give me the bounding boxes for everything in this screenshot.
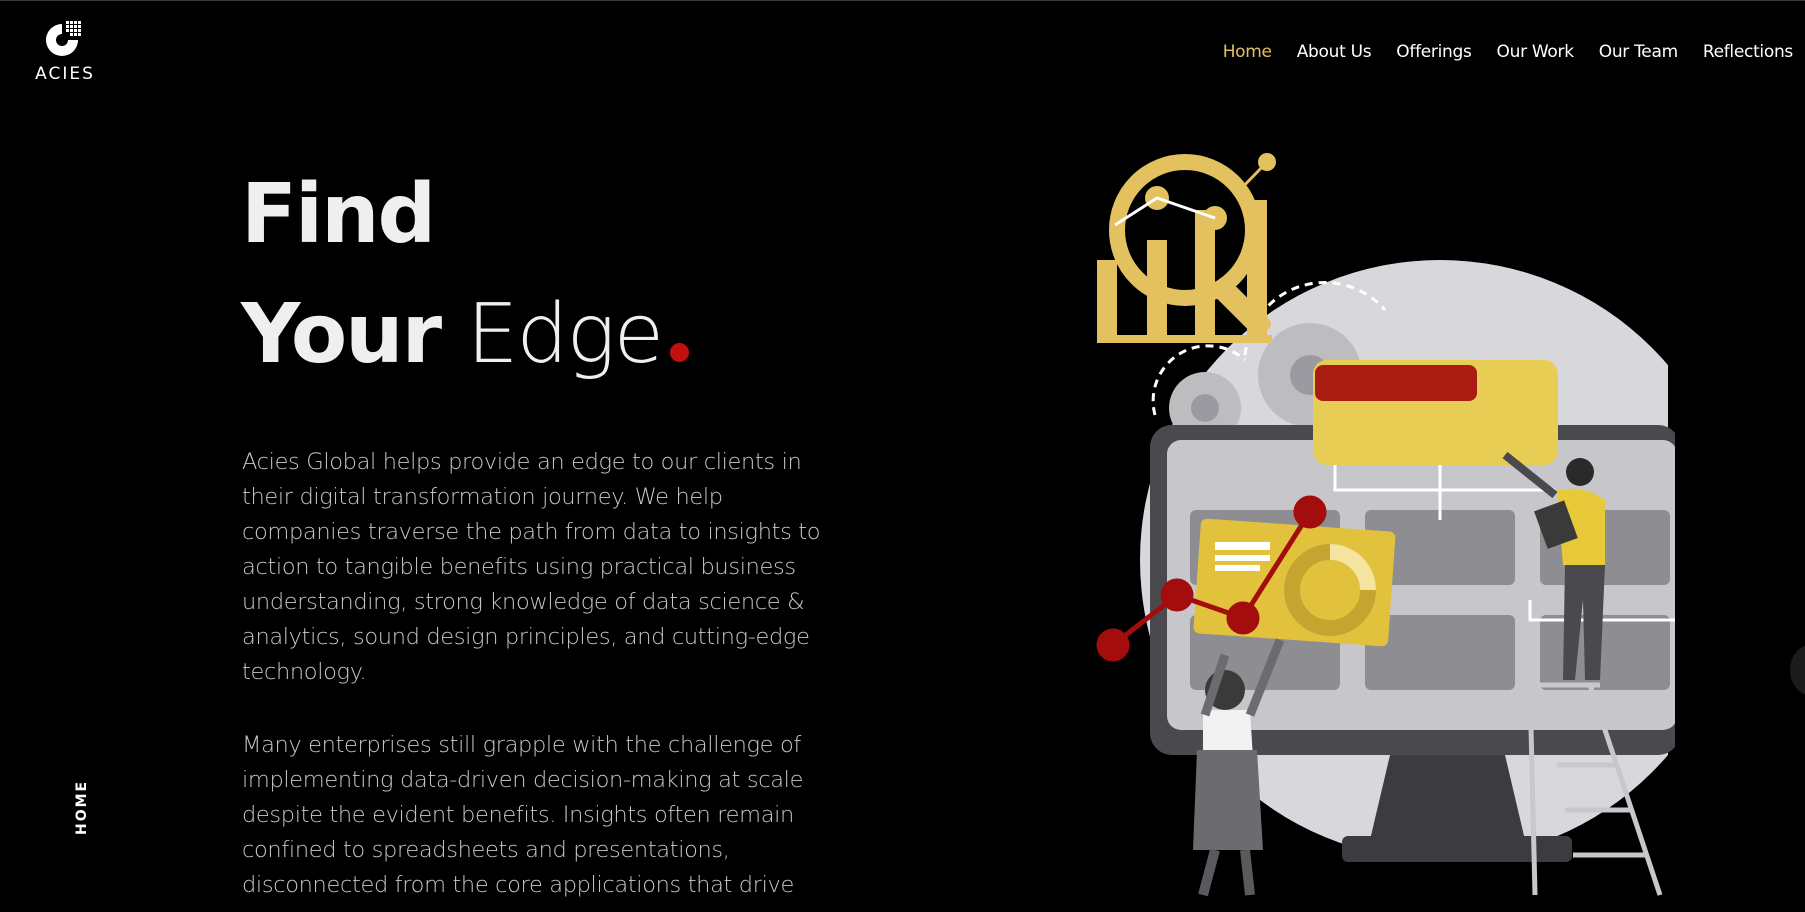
callout-card [1313, 360, 1558, 465]
intro-paragraph-2: Many enterprises still grapple with the … [242, 732, 804, 898]
nav-about-us[interactable]: About Us [1297, 42, 1372, 62]
hero-red-dot [670, 343, 690, 362]
magnifier-chart-icon [1097, 153, 1276, 343]
top-border [0, 0, 1805, 1]
section-label: HOME [74, 779, 90, 835]
brand-logo[interactable]: ACIES [30, 18, 100, 88]
hero-heading: Find Your Edge [241, 155, 690, 395]
brand-name: ACIES [35, 64, 95, 84]
hero-line1: Find [241, 167, 436, 262]
main-nav: Home About Us Offerings Our Work Our Tea… [1223, 42, 1794, 62]
hero-line2-light: Edge [466, 287, 665, 382]
nav-offerings[interactable]: Offerings [1396, 42, 1472, 62]
intro-copy: Acies Global helps provide an edge to ou… [242, 445, 822, 912]
hero-illustration [1096, 150, 1675, 912]
nav-our-team[interactable]: Our Team [1599, 42, 1678, 62]
nav-home[interactable]: Home [1223, 42, 1272, 62]
nav-reflections[interactable]: Reflections [1703, 42, 1793, 62]
nav-our-work[interactable]: Our Work [1497, 42, 1575, 62]
scroll-indicator[interactable] [1790, 645, 1805, 695]
acies-logo-icon [46, 20, 88, 56]
hero-line2-bold: Your [241, 287, 442, 382]
intro-paragraph-1: Acies Global helps provide an edge to ou… [242, 449, 821, 685]
